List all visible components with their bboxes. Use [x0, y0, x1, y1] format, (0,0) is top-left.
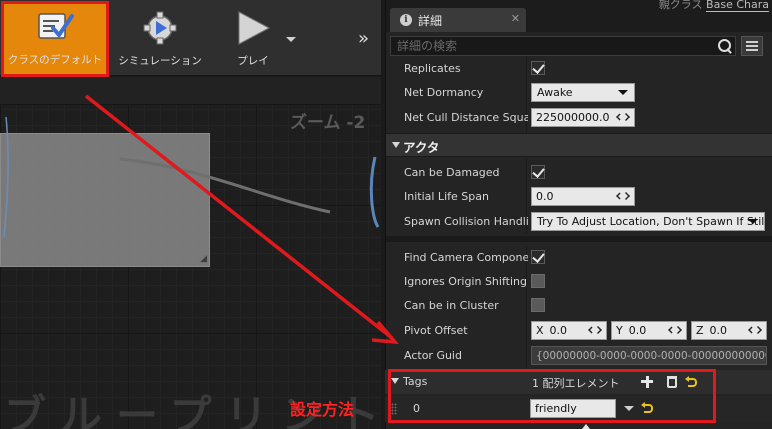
details-tab-bar: 親クラス Base Chara i 詳細 ✕	[386, 0, 772, 32]
property-label: Pivot Offset	[404, 324, 468, 337]
pivot-offset-z-value: 0.0	[709, 324, 728, 337]
drag-arrows-icon	[622, 113, 630, 121]
initial-life-span-field[interactable]: 0.0	[531, 187, 635, 206]
drag-arrows-icon	[622, 192, 630, 200]
toolbar-overflow-icon[interactable]: »	[358, 28, 369, 49]
class-defaults-button[interactable]: クラスのデフォルト	[1, 1, 109, 77]
section-divider	[386, 236, 772, 242]
details-search-input[interactable]	[391, 37, 715, 55]
property-label: Net Dormancy	[404, 86, 484, 99]
chevron-down-icon	[748, 219, 758, 224]
property-label: Net Cull Distance Square	[404, 111, 528, 124]
property-row-pivot-offset: Pivot Offset X 0.0 Y 0.0 Z 0.0	[386, 319, 772, 343]
simulation-gear-icon	[143, 11, 177, 45]
pivot-offset-y-value: 0.0	[628, 324, 647, 337]
details-panel: 親クラス Base Chara i 詳細 ✕ Replicates Net Do…	[385, 0, 772, 429]
scroll-up-caret-icon[interactable]	[582, 424, 590, 429]
property-row-can-be-in-cluster: Can be in Cluster	[386, 294, 772, 318]
ignores-origin-checkbox[interactable]	[531, 274, 545, 288]
tab-details[interactable]: i 詳細 ✕	[390, 8, 526, 32]
annotation-label: 設定方法	[290, 400, 355, 419]
property-label: Spawn Collision Handling	[404, 215, 528, 228]
net-dormancy-value: Awake	[537, 86, 573, 99]
play-button[interactable]: プレイ	[226, 5, 280, 73]
net-cull-distance-value: 225000000.0	[536, 111, 610, 124]
simulation-button[interactable]: シミュレーション	[110, 5, 210, 73]
property-row-find-camera-component: Find Camera Component	[386, 246, 772, 270]
property-label: Can be in Cluster	[404, 299, 499, 312]
tab-details-label: 詳細	[418, 13, 443, 28]
details-search-bar	[390, 36, 736, 56]
parent-class-prefix: 親クラス	[658, 0, 703, 11]
pivot-offset-x-value: 0.0	[549, 324, 568, 337]
graph-viewport[interactable]: ズーム -2 ◢ ブループリント	[0, 77, 381, 429]
search-icon[interactable]	[715, 37, 735, 55]
property-row-ignores-origin-shifting: Ignores Origin Shifting	[386, 270, 772, 294]
property-label: Replicates	[404, 62, 461, 75]
property-row-can-be-damaged: Can be Damaged	[386, 161, 772, 185]
axis-label-y: Y	[616, 324, 623, 337]
actor-guid-field: {00000000-0000-0000-0000-000000000000}	[531, 346, 767, 365]
property-row-spawn-collision-handling: Spawn Collision Handling Try To Adjust L…	[386, 210, 772, 234]
property-label: Actor Guid	[404, 349, 462, 362]
chevron-down-icon	[618, 90, 628, 95]
property-row-net-cull-distance: Net Cull Distance Square 225000000.0	[386, 106, 772, 130]
actor-guid-value: {00000000-0000-0000-0000-000000000000}	[536, 349, 767, 362]
pivot-offset-z-field[interactable]: Z 0.0	[691, 321, 767, 340]
net-dormancy-dropdown[interactable]: Awake	[531, 83, 635, 102]
drag-arrows-icon	[674, 326, 682, 334]
drag-arrows-icon	[594, 326, 602, 334]
property-label: Ignores Origin Shifting	[404, 275, 527, 288]
annotation-highlight-box	[388, 369, 716, 423]
collapse-arrow-icon	[392, 142, 400, 148]
pivot-offset-y-field[interactable]: Y 0.0	[611, 321, 687, 340]
axis-label-x: X	[536, 324, 544, 337]
pivot-offset-x-field[interactable]: X 0.0	[531, 321, 607, 340]
can-be-in-cluster-checkbox[interactable]	[531, 298, 545, 312]
play-icon	[238, 11, 271, 45]
property-label: Find Camera Component	[404, 251, 528, 264]
play-label: プレイ	[237, 55, 269, 67]
play-options-dropdown-icon[interactable]	[286, 37, 296, 42]
parent-class-link[interactable]: Base Chara	[706, 0, 769, 12]
blueprint-toolbar: クラスのデフォルト シミュレーション プレイ »	[0, 0, 381, 77]
close-icon[interactable]: ✕	[511, 12, 520, 25]
property-label: Initial Life Span	[404, 190, 489, 203]
info-icon: i	[400, 14, 412, 26]
simulation-label: シミュレーション	[118, 55, 202, 67]
axis-label-z: Z	[696, 324, 704, 337]
property-row-actor-guid: Actor Guid {00000000-0000-0000-0000-0000…	[386, 344, 772, 368]
net-cull-distance-field[interactable]: 225000000.0	[531, 108, 635, 127]
find-camera-checkbox[interactable]	[531, 250, 545, 264]
class-defaults-icon	[38, 13, 74, 39]
can-be-damaged-checkbox[interactable]	[531, 165, 545, 179]
property-row-net-dormancy: Net Dormancy Awake	[386, 81, 772, 105]
spawn-collision-dropdown[interactable]: Try To Adjust Location, Don't Spawn If S…	[531, 212, 765, 231]
drag-arrows-icon	[754, 326, 762, 334]
view-options-icon[interactable]	[741, 36, 763, 56]
property-label: Can be Damaged	[404, 166, 500, 179]
spawn-collision-value: Try To Adjust Location, Don't Spawn If S…	[537, 215, 765, 228]
class-defaults-label: クラスのデフォルト	[7, 54, 103, 66]
parent-class-text: 親クラス Base Chara	[659, 0, 769, 12]
initial-life-span-value: 0.0	[536, 190, 554, 203]
category-actor[interactable]: アクタ	[386, 133, 772, 157]
category-label: アクタ	[403, 140, 440, 155]
property-row-initial-life-span: Initial Life Span 0.0	[386, 185, 772, 209]
replicates-checkbox[interactable]	[531, 61, 545, 75]
connection-wire	[3, 116, 380, 238]
property-row-replicates: Replicates	[386, 57, 772, 81]
